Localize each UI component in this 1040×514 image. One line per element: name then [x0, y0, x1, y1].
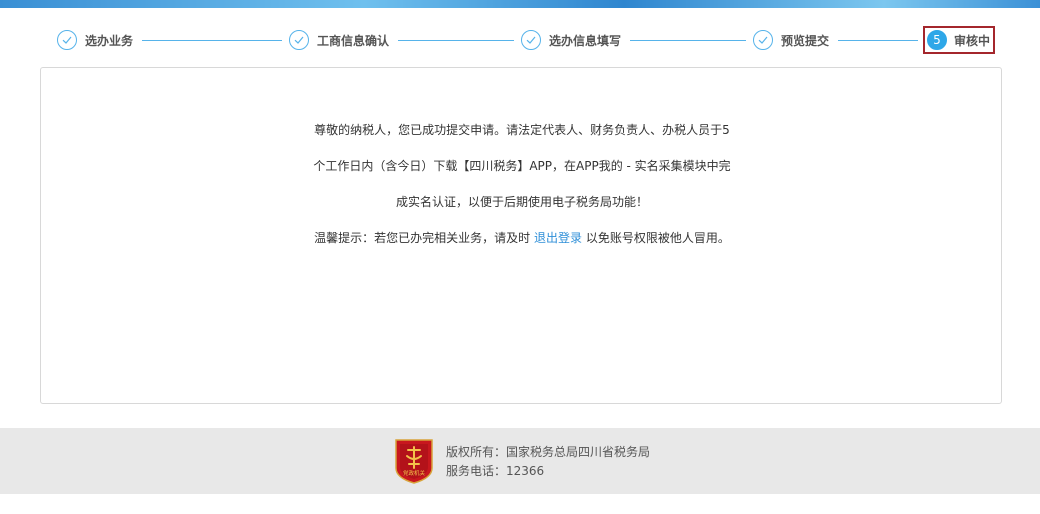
step-label: 选办业务 — [85, 33, 134, 48]
message-line-2: 个工作日内（含今日）下载【四川税务】APP，在APP我的 - 实名采集模块中完 — [313, 159, 731, 173]
step-connector — [142, 40, 282, 41]
step-number-badge: 5 — [927, 30, 947, 50]
logout-link[interactable]: 退出登录 — [534, 231, 582, 245]
top-banner — [0, 0, 1040, 8]
message-line-3: 成实名认证，以便于后期使用电子税务局功能！ — [395, 195, 648, 209]
footer: 党政机关 版权所有：国家税务总局四川省税务局 服务电话：12366 — [0, 428, 1040, 494]
copyright-text: 版权所有：国家税务总局四川省税务局 — [446, 445, 651, 459]
progress-steps: 选办业务 工商信息确认 选办信息填写 预览提交 5 审核中 — [0, 26, 1040, 54]
step-under-review: 5 审核中 — [923, 26, 995, 54]
step-connector — [630, 40, 746, 41]
step-connector — [838, 40, 918, 41]
service-phone: 服务电话：12366 — [446, 464, 545, 478]
message-line-1: 尊敬的纳税人，您已成功提交申请。请法定代表人、财务负责人、办税人员于5 — [314, 123, 730, 137]
warm-tip-suffix: 以免账号权限被他人冒用。 — [582, 231, 730, 245]
emblem-text: 党政机关 — [403, 469, 426, 477]
result-panel: 尊敬的纳税人，您已成功提交申请。请法定代表人、财务负责人、办税人员于5 个工作日… — [40, 67, 1002, 404]
step-select-business: 选办业务 — [57, 26, 133, 54]
step-label: 选办信息填写 — [549, 33, 622, 48]
check-icon — [753, 30, 773, 50]
step-preview-submit: 预览提交 — [753, 26, 829, 54]
check-icon — [521, 30, 541, 50]
step-label: 预览提交 — [781, 33, 830, 48]
warm-tip: 温馨提示：若您已办完相关业务，请及时 退出登录 以免账号权限被他人冒用。 — [41, 230, 1003, 246]
step-business-info-confirm: 工商信息确认 — [289, 26, 389, 54]
step-label: 审核中 — [954, 33, 991, 48]
step-connector — [398, 40, 514, 41]
step-label: 工商信息确认 — [317, 33, 390, 48]
party-government-emblem-icon: 党政机关 — [395, 439, 433, 484]
check-icon — [57, 30, 77, 50]
warm-tip-prefix: 温馨提示：若您已办完相关业务，请及时 — [314, 231, 534, 245]
check-icon — [289, 30, 309, 50]
step-info-fill: 选办信息填写 — [521, 26, 621, 54]
